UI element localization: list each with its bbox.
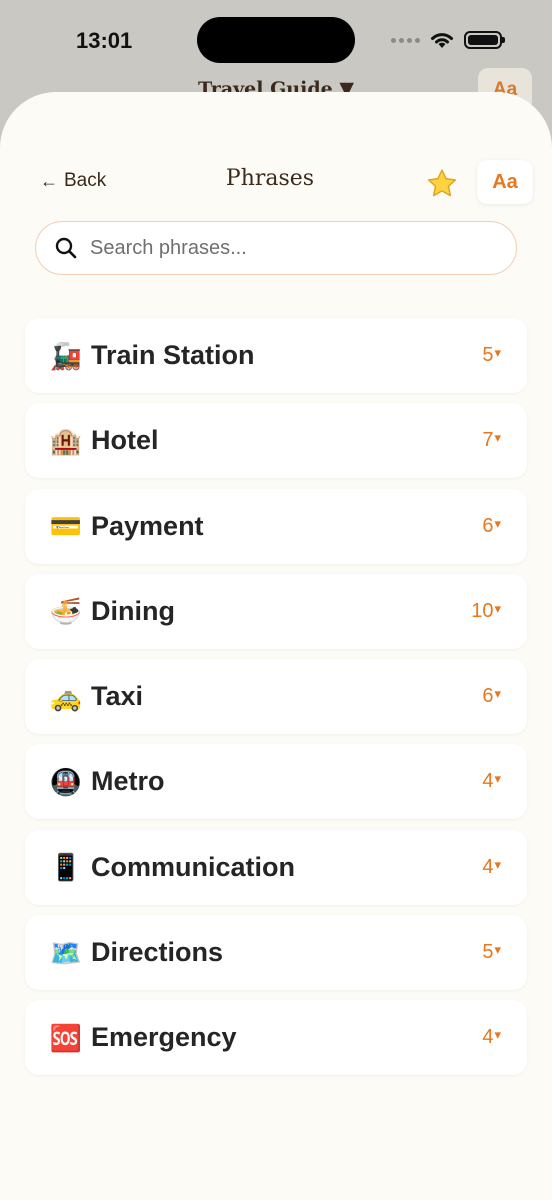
category-label: Taxi	[91, 681, 144, 712]
category-item-taxi[interactable]: 🚕 Taxi 6 ▾	[25, 659, 527, 735]
category-label: Communication	[91, 851, 296, 882]
category-item-hotel[interactable]: 🏨 Hotel 7 ▾	[25, 403, 527, 479]
phrase-count: 7 ▾	[482, 429, 501, 452]
count-value: 6	[482, 685, 494, 708]
mobile-phone-icon: 📱	[49, 852, 83, 883]
category-label: Dining	[91, 595, 175, 626]
search-icon	[55, 237, 77, 259]
category-label: Emergency	[91, 1022, 237, 1053]
favorites-button[interactable]	[422, 164, 462, 204]
count-value: 5	[482, 344, 494, 366]
category-item-communication[interactable]: 📱 Communication 4 ▾	[25, 829, 527, 905]
chevron-down-icon: ▾	[494, 430, 501, 446]
metro-icon: 🚇	[49, 766, 83, 797]
search-bar[interactable]	[35, 221, 517, 275]
category-item-emergency[interactable]: 🆘 Emergency 4 ▾	[25, 1000, 527, 1076]
category-list: 🚂 Train Station 5 ▾ 🏨 Hotel 7 ▾ 💳 Payment …	[25, 318, 527, 1086]
dynamic-island	[197, 17, 355, 63]
sos-icon: 🆘	[49, 1022, 83, 1053]
chevron-down-icon: ▾	[494, 600, 501, 616]
count-value: 6	[482, 514, 494, 537]
chevron-down-icon: ▾	[494, 1027, 501, 1043]
category-label: Directions	[91, 937, 224, 968]
chevron-down-icon: ▾	[494, 856, 501, 872]
phrase-count: 4 ▾	[482, 770, 501, 793]
phrase-count: 10 ▾	[471, 600, 501, 623]
status-time: 13:01	[76, 28, 133, 53]
phrase-count: 6 ▾	[482, 685, 501, 708]
nav-bar: ← Back Phrases Aa	[0, 160, 552, 206]
count-value: 10	[471, 599, 494, 622]
count-value: 4	[482, 855, 494, 878]
status-bar: 13:01	[0, 0, 552, 82]
credit-card-icon: 💳	[49, 511, 83, 542]
font-size-button[interactable]: Aa	[477, 160, 533, 204]
category-item-dining[interactable]: 🍜 Dining 10 ▾	[25, 573, 527, 649]
search-input[interactable]	[90, 236, 470, 260]
category-item-payment[interactable]: 💳 Payment 6 ▾	[25, 488, 527, 564]
category-item-metro[interactable]: 🚇 Metro 4 ▾	[25, 744, 527, 820]
phrase-count: 6 ▾	[482, 515, 501, 538]
count-value: 4	[482, 1026, 494, 1049]
count-value: 5	[482, 941, 494, 964]
taxi-icon: 🚕	[49, 681, 83, 712]
category-item-train-station[interactable]: 🚂 Train Station 5 ▾	[25, 318, 527, 393]
hotel-icon: 🏨	[49, 425, 83, 456]
category-label: Payment	[91, 510, 204, 541]
wifi-icon	[431, 33, 453, 48]
phrase-count: 4 ▾	[482, 856, 501, 879]
train-icon: 🚂	[49, 340, 83, 371]
category-label: Metro	[91, 766, 165, 797]
status-icons	[391, 29, 505, 51]
category-label: Train Station	[91, 340, 255, 370]
category-item-directions[interactable]: 🗺️ Directions 5 ▾	[25, 915, 527, 991]
count-value: 4	[482, 770, 494, 793]
chevron-down-icon: ▾	[494, 771, 501, 787]
chevron-down-icon: ▾	[494, 686, 501, 702]
phrase-count: 5 ▾	[482, 941, 501, 964]
category-label: Hotel	[91, 425, 159, 456]
count-value: 7	[482, 429, 494, 452]
phrase-count: 5 ▾	[482, 344, 501, 367]
noodle-bowl-icon: 🍜	[49, 596, 83, 627]
chevron-down-icon: ▾	[494, 515, 501, 531]
battery-icon	[464, 31, 505, 49]
chevron-down-icon: ▾	[494, 942, 501, 958]
chevron-down-icon: ▾	[494, 345, 501, 360]
phrase-count: 4 ▾	[482, 1026, 501, 1049]
map-icon: 🗺️	[49, 937, 83, 968]
phrases-sheet: ← Back Phrases Aa 🚂 Train Station 5▾ 🏨 H…	[0, 92, 552, 1200]
cellular-signal-icon	[391, 37, 420, 43]
star-icon	[427, 169, 457, 197]
